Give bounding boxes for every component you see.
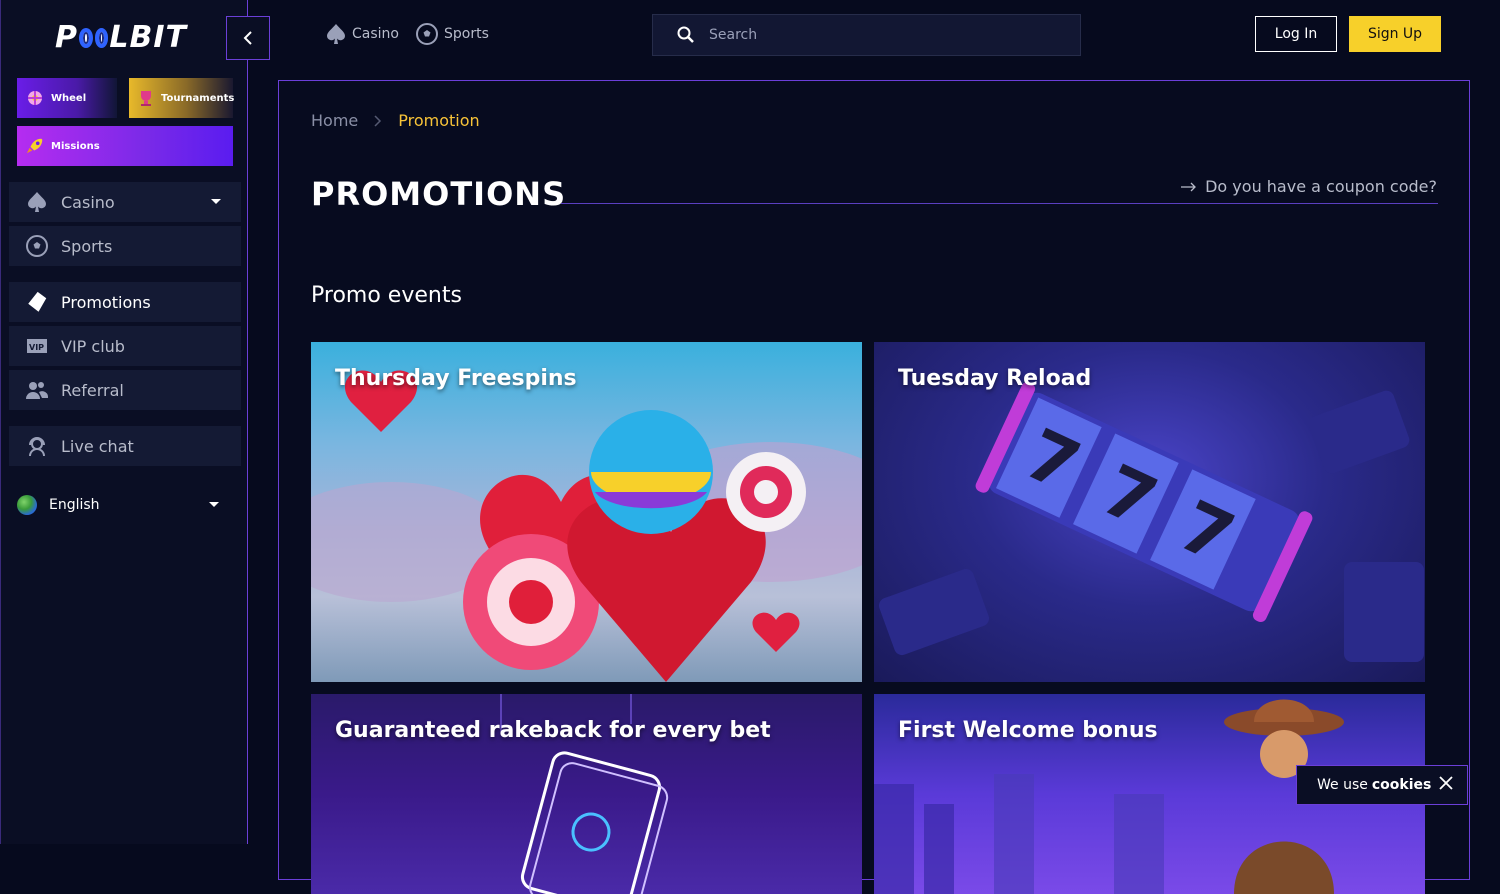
logo-ring-icon <box>94 28 109 48</box>
topnav-casino[interactable]: Casino <box>326 20 399 48</box>
breadcrumb: Home Promotion <box>311 111 480 130</box>
close-icon[interactable] <box>1439 776 1453 794</box>
globe-icon <box>17 495 37 515</box>
sidebar-item-referral[interactable]: Referral <box>9 370 241 410</box>
vip-icon: VIP <box>25 334 49 358</box>
wheel-label: Wheel <box>51 92 87 104</box>
signup-button[interactable]: Sign Up <box>1349 16 1441 52</box>
spade-icon <box>25 190 49 214</box>
chevron-down-icon <box>209 502 219 507</box>
candy-hearts-illustration <box>311 370 862 682</box>
tag-icon <box>25 290 49 314</box>
logo-text-start: P <box>55 19 78 55</box>
sidebar-item-promotions[interactable]: Promotions <box>9 282 241 322</box>
topnav-label: Sports <box>444 26 489 42</box>
sidebar-item-label: Casino <box>61 192 115 212</box>
wheel-icon <box>25 88 45 108</box>
topnav-label: Casino <box>352 26 399 42</box>
spade-icon <box>327 24 345 44</box>
cookie-banner: We use cookies <box>1296 765 1468 805</box>
missions-label: Missions <box>51 140 100 152</box>
collapse-sidebar-button[interactable] <box>226 16 270 60</box>
search-bar <box>652 14 1081 56</box>
sidebar-item-label: VIP club <box>61 336 125 356</box>
sidebar-item-label: Referral <box>61 380 124 400</box>
promo-card-title: First Welcome bonus <box>898 718 1158 743</box>
sidebar-item-vip[interactable]: VIP VIP club <box>9 326 241 366</box>
logo-text-end: LBIT <box>109 19 187 55</box>
promo-card-title: Guaranteed rakeback for every bet <box>335 718 771 743</box>
sidebar-item-label: Promotions <box>61 292 151 312</box>
login-button[interactable]: Log In <box>1255 16 1337 52</box>
logo[interactable]: P LBIT <box>55 18 187 56</box>
sidebar-item-live-chat[interactable]: Live chat <box>9 426 241 466</box>
topnav-sports[interactable]: Sports <box>416 20 489 48</box>
promo-card-tuesday-reload[interactable]: Tuesday Reload 7 7 7 <box>874 342 1425 682</box>
promo-card-rakeback[interactable]: Guaranteed rakeback for every bet <box>311 694 862 894</box>
logo-ring-icon <box>79 28 93 48</box>
chevron-left-icon <box>243 31 252 45</box>
chevron-right-icon <box>374 114 382 127</box>
tournaments-label: Tournaments <box>161 92 235 104</box>
wheel-tile[interactable]: Wheel <box>17 78 117 118</box>
breadcrumb-current: Promotion <box>398 111 480 130</box>
users-icon <box>25 378 49 402</box>
coupon-link[interactable]: Do you have a coupon code? <box>1181 177 1437 196</box>
sidebar-item-label: Live chat <box>61 436 134 456</box>
section-title: Promo events <box>311 283 462 308</box>
main-content: Home Promotion PROMOTIONS Do you have a … <box>278 80 1470 894</box>
sidebar-item-label: Sports <box>61 236 113 256</box>
sidebar-item-casino[interactable]: Casino <box>9 182 241 222</box>
page-title: PROMOTIONS <box>311 175 567 213</box>
language-selector[interactable]: English <box>17 494 233 516</box>
soccer-ball-icon <box>416 23 438 45</box>
support-icon <box>25 434 49 458</box>
slot-reel-illustration: 7 7 7 <box>879 381 1424 662</box>
sidebar-item-sports[interactable]: Sports <box>9 226 241 266</box>
cookie-text: We use <box>1317 777 1368 793</box>
trophy-icon <box>137 88 155 108</box>
title-divider <box>561 203 1438 204</box>
svg-text:VIP: VIP <box>29 343 44 352</box>
promo-card-thursday-freespins[interactable]: Thursday Freespins <box>311 342 862 682</box>
search-input[interactable] <box>709 27 1049 43</box>
search-icon <box>677 26 694 43</box>
soccer-ball-icon <box>25 234 49 258</box>
coupon-link-label: Do you have a coupon code? <box>1205 177 1437 196</box>
missions-tile[interactable]: Missions <box>17 126 233 166</box>
cookie-link[interactable]: cookies <box>1372 777 1431 793</box>
sidebar: P LBIT Wheel Tournaments Missions Casino… <box>0 0 248 844</box>
tournaments-tile[interactable]: Tournaments <box>129 78 235 118</box>
language-label: English <box>49 497 100 513</box>
chevron-down-icon <box>211 199 221 204</box>
rocket-icon <box>25 136 45 156</box>
breadcrumb-home[interactable]: Home <box>311 111 358 130</box>
arrow-right-icon <box>1181 182 1197 191</box>
promo-card-title: Tuesday Reload <box>898 366 1092 391</box>
promo-card-title: Thursday Freespins <box>335 366 577 391</box>
